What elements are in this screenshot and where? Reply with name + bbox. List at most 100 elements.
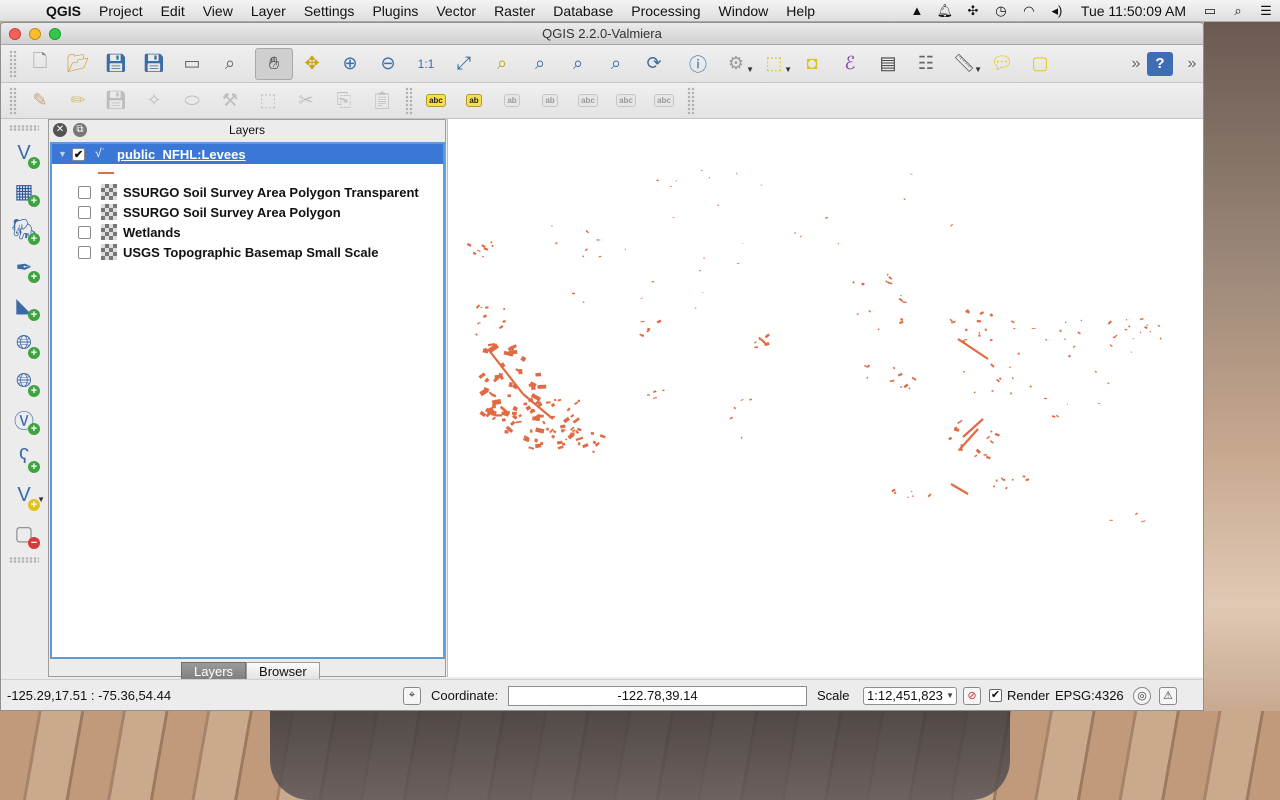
- attribute-table-icon[interactable]: ▤: [869, 48, 907, 80]
- zoom-full-icon[interactable]: ⤢: [445, 48, 483, 80]
- close-panel-icon[interactable]: ✕: [53, 123, 67, 137]
- stop-render-icon[interactable]: ⊘: [963, 686, 981, 705]
- layer-visibility-checkbox[interactable]: [78, 185, 91, 199]
- identify-icon[interactable]: ⓘ: [679, 48, 717, 80]
- wifi-icon[interactable]: ◠: [1015, 3, 1043, 19]
- save-project-icon[interactable]: 💾︎: [97, 48, 135, 80]
- menu-layer[interactable]: Layer: [242, 3, 295, 19]
- add-delimited-text-layer-icon[interactable]: ʕ +: [7, 440, 41, 474]
- add-vector-layer-icon[interactable]: V +: [7, 136, 41, 170]
- map-canvas[interactable]: [447, 119, 1203, 677]
- add-wcs-layer-icon[interactable]: 🌐︎ +: [7, 364, 41, 398]
- menu-edit[interactable]: Edit: [152, 3, 194, 19]
- show-hide-labels-icon[interactable]: ab: [493, 85, 531, 117]
- save-as-icon[interactable]: 💾︎: [135, 48, 173, 80]
- layer-row-ssurgo-transparent[interactable]: SSURGO Soil Survey Area Polygon Transpar…: [52, 182, 443, 202]
- new-shapefile-layer-icon[interactable]: V + ▼: [7, 478, 45, 512]
- toolbar-overflow-icon[interactable]: »: [1125, 55, 1147, 73]
- expand-arrow-icon[interactable]: ▼: [58, 149, 72, 159]
- crs-status[interactable]: EPSG:4326: [1055, 688, 1124, 703]
- zoom-in-icon[interactable]: ⊕: [331, 48, 369, 80]
- current-edits-icon[interactable]: ✏: [59, 85, 97, 117]
- menu-processing[interactable]: Processing: [622, 3, 709, 19]
- cut-features-icon[interactable]: ✂: [287, 85, 325, 117]
- menu-plugins[interactable]: Plugins: [363, 3, 427, 19]
- toggle-extents-icon[interactable]: ⌖: [403, 686, 421, 705]
- notification-icon[interactable]: 🔔︎: [931, 3, 959, 19]
- app-menu[interactable]: QGIS: [40, 3, 90, 19]
- add-wms-layer-icon[interactable]: 🌐︎ +: [7, 326, 41, 360]
- toolbar-overflow-icon-2[interactable]: »: [1181, 55, 1203, 73]
- layer-visibility-checkbox[interactable]: [78, 245, 91, 259]
- refresh-icon[interactable]: ⟳: [635, 48, 673, 80]
- menu-database[interactable]: Database: [544, 3, 622, 19]
- save-edits-icon[interactable]: 💾︎: [97, 85, 135, 117]
- new-project-icon[interactable]: 🗋: [21, 48, 59, 80]
- label-properties-icon[interactable]: abc: [645, 85, 683, 117]
- layer-row-usgs-topo[interactable]: USGS Topographic Basemap Small Scale: [52, 242, 443, 262]
- zoom-window-icon[interactable]: [49, 28, 61, 40]
- toolbar-grip[interactable]: [9, 49, 17, 78]
- menubar-clock[interactable]: Tue 11:50:09 AM: [1071, 3, 1196, 19]
- time-machine-icon[interactable]: ◷: [987, 3, 1015, 19]
- paste-features-icon[interactable]: 📋︎: [363, 85, 401, 117]
- menu-raster[interactable]: Raster: [485, 3, 544, 19]
- toolbar-grip[interactable]: [687, 86, 695, 115]
- action-icon[interactable]: ⚙ ▼: [717, 48, 755, 80]
- pin-labels-icon[interactable]: ab: [455, 85, 493, 117]
- move-feature-icon[interactable]: ⬭: [173, 85, 211, 117]
- new-print-composer-icon[interactable]: ▭: [173, 48, 211, 80]
- bluetooth-icon[interactable]: ✣: [959, 3, 987, 19]
- node-tool-icon[interactable]: ⚒: [211, 85, 249, 117]
- menu-help[interactable]: Help: [777, 3, 824, 19]
- close-window-icon[interactable]: [9, 28, 21, 40]
- spotlight-search-icon[interactable]: ⌕: [1224, 3, 1252, 19]
- pan-to-selection-icon[interactable]: ✥: [293, 48, 331, 80]
- menu-view[interactable]: View: [194, 3, 242, 19]
- measure-icon[interactable]: 📏︎ ▼: [945, 48, 983, 80]
- layer-visibility-checkbox[interactable]: [78, 225, 91, 239]
- change-label-icon[interactable]: abc: [607, 85, 645, 117]
- layer-labeling-icon[interactable]: abc: [417, 85, 455, 117]
- toolbar-grip[interactable]: [405, 86, 413, 115]
- zoom-next-icon[interactable]: ⌕: [597, 48, 635, 80]
- rotate-label-icon[interactable]: abc: [569, 85, 607, 117]
- layer-visibility-checkbox[interactable]: [78, 205, 91, 219]
- add-feature-icon[interactable]: ✧: [135, 85, 173, 117]
- zoom-native-icon[interactable]: 1:1: [407, 48, 445, 80]
- toolbar-grip[interactable]: [9, 125, 39, 131]
- menu-project[interactable]: Project: [90, 3, 152, 19]
- menu-window[interactable]: Window: [710, 3, 778, 19]
- help-icon[interactable]: ?: [1147, 51, 1173, 76]
- select-features-icon[interactable]: ⬚ ▼: [755, 48, 793, 80]
- remove-layer-icon[interactable]: ▢ −: [7, 516, 41, 550]
- pan-icon[interactable]: ✋︎: [255, 47, 293, 80]
- notification-center-icon[interactable]: ☰: [1252, 3, 1280, 19]
- crs-status-icon[interactable]: ◎: [1133, 686, 1151, 705]
- map-tips-icon[interactable]: 💬︎: [983, 48, 1021, 80]
- new-annotation-icon[interactable]: ▢: [1021, 48, 1059, 80]
- menu-settings[interactable]: Settings: [295, 3, 364, 19]
- deselect-icon[interactable]: ◘: [793, 48, 831, 80]
- field-calculator-icon[interactable]: ℰ: [831, 48, 869, 80]
- volume-icon[interactable]: ◂): [1043, 3, 1071, 19]
- menu-vector[interactable]: Vector: [427, 3, 485, 19]
- float-panel-icon[interactable]: ⧉: [73, 123, 87, 137]
- delete-selected-icon[interactable]: ⬚: [249, 85, 287, 117]
- layer-row-public-nfhl-levees[interactable]: ▼ ✔ √˙ public_NFHL:Levees: [52, 144, 443, 164]
- add-postgis-layer-icon[interactable]: 🐘︎ +: [7, 212, 41, 246]
- scale-combobox[interactable]: 1:12,451,823 ▼: [863, 686, 957, 705]
- add-raster-layer-icon[interactable]: ▦ +: [7, 174, 41, 208]
- messages-warning-icon[interactable]: ⚠: [1159, 686, 1177, 705]
- layer-row-wetlands[interactable]: Wetlands: [52, 222, 443, 242]
- toolbar-grip[interactable]: [9, 86, 17, 115]
- statistics-icon[interactable]: ☷: [907, 48, 945, 80]
- layer-visibility-checkbox[interactable]: ✔: [72, 147, 85, 161]
- add-spatialite-layer-icon[interactable]: ✒ +: [7, 250, 41, 284]
- minimize-window-icon[interactable]: [29, 28, 41, 40]
- battery-icon[interactable]: ▭: [1196, 3, 1224, 19]
- google-drive-icon[interactable]: ▲: [903, 3, 931, 18]
- zoom-to-layer-icon[interactable]: ⌕: [521, 48, 559, 80]
- copy-features-icon[interactable]: ⎘: [325, 85, 363, 117]
- composer-manager-icon[interactable]: ⌕: [211, 48, 249, 80]
